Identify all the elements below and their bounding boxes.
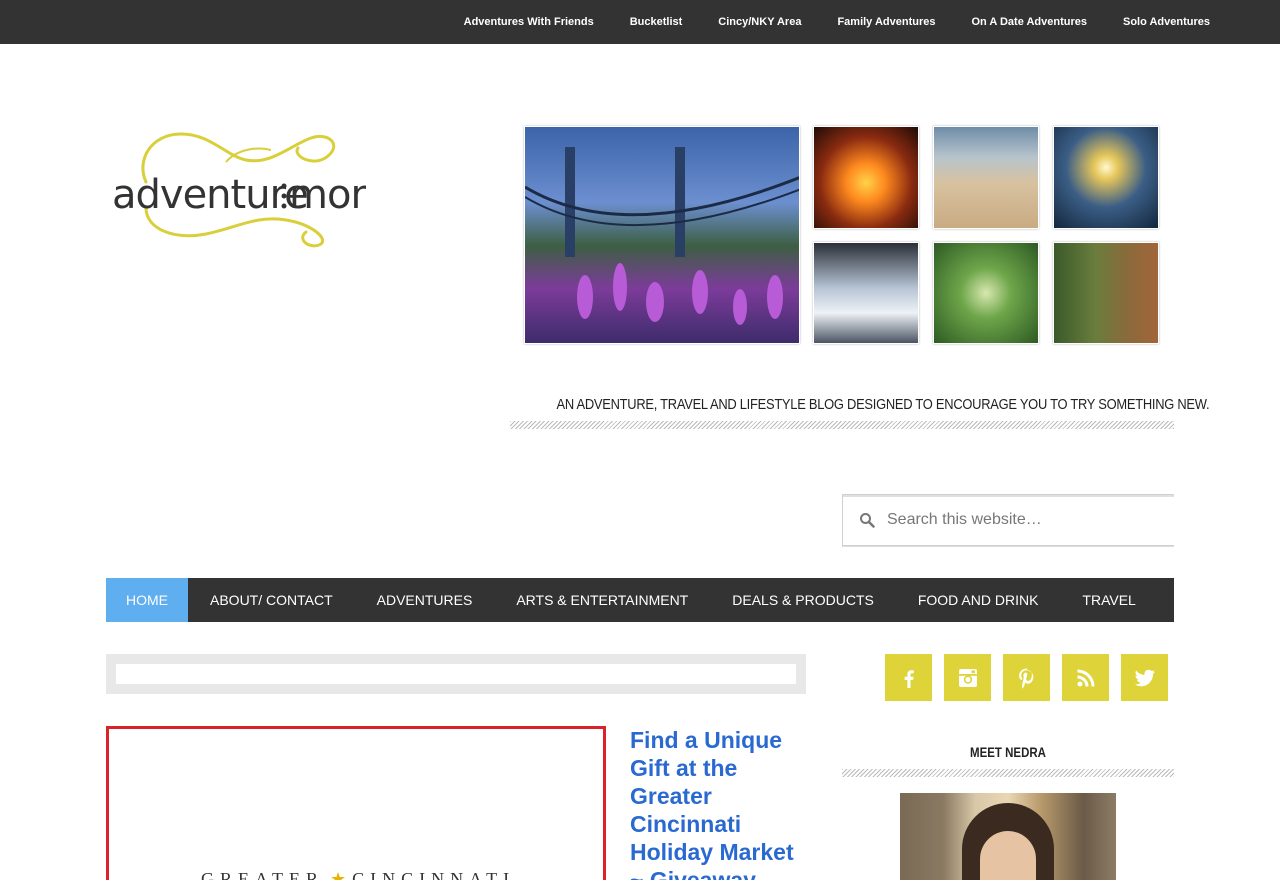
- nav-arts-entertainment[interactable]: ARTS & ENTERTAINMENT: [494, 578, 710, 622]
- rss-icon[interactable]: [1062, 654, 1109, 701]
- rollercoaster-photo: [813, 242, 919, 344]
- social-icons: [885, 654, 1180, 701]
- facebook-icon[interactable]: [885, 654, 932, 701]
- topnav-on-a-date-adventures[interactable]: On A Date Adventures: [971, 16, 1087, 28]
- primary-nav: HOME ABOUT/ CONTACT ADVENTURES ARTS & EN…: [106, 578, 1174, 622]
- lake-paddle-photo: [1053, 126, 1159, 229]
- topnav-family-adventures[interactable]: Family Adventures: [837, 16, 935, 28]
- svg-text:adventure: adventure: [112, 172, 308, 218]
- heart-sunset-photo: [813, 126, 919, 229]
- post-featured-image[interactable]: GREATER ★ CINCINNATI: [106, 726, 606, 880]
- widget-title-divider: [842, 769, 1174, 777]
- bridge-flowers-photo: [524, 126, 800, 344]
- secondary-nav: Adventures With Friends Bucketlist Cincy…: [428, 0, 1210, 44]
- profile-face: [980, 831, 1036, 880]
- featured-widget: [106, 654, 806, 694]
- nav-food-and-drink[interactable]: FOOD AND DRINK: [896, 578, 1061, 622]
- topnav-solo-adventures[interactable]: Solo Adventures: [1123, 16, 1210, 28]
- twitter-icon[interactable]: [1121, 654, 1168, 701]
- site-logo[interactable]: adventure mom: [106, 120, 389, 250]
- beach-sandals-photo: [933, 126, 1039, 229]
- profile-photo: [900, 793, 1116, 880]
- instagram-icon[interactable]: [944, 654, 991, 701]
- search-icon[interactable]: [859, 512, 875, 528]
- nav-deals-products[interactable]: DEALS & PRODUCTS: [710, 578, 896, 622]
- camping-tent-photo: [1053, 242, 1159, 344]
- brand-word-left: GREATER: [201, 869, 324, 880]
- tagline-divider: [510, 421, 1174, 429]
- site-tagline: An Adventure, Travel and Lifestyle Blog …: [556, 396, 1210, 413]
- nav-travel[interactable]: TRAVEL: [1060, 578, 1157, 622]
- post-title-link[interactable]: Find a Unique Gift at the Greater Cincin…: [630, 726, 810, 880]
- header-photo-collage: [524, 126, 1160, 344]
- featured-widget-inner: [116, 664, 796, 684]
- svg-text:mom: mom: [289, 172, 366, 218]
- search-input[interactable]: [887, 505, 1167, 535]
- meet-nedra-title: MEET NEDRA: [970, 744, 1046, 760]
- pinterest-icon[interactable]: [1003, 654, 1050, 701]
- topnav-bucketlist[interactable]: Bucketlist: [630, 16, 683, 28]
- top-bar: Adventures With Friends Bucketlist Cincy…: [0, 0, 1280, 44]
- nav-home[interactable]: HOME: [106, 578, 188, 622]
- brand-word-right: CINCINNATI: [352, 869, 516, 880]
- post-image-brand: GREATER ★ CINCINNATI: [201, 869, 515, 880]
- search-form: [842, 494, 1174, 546]
- topnav-adventures-with-friends[interactable]: Adventures With Friends: [464, 16, 594, 28]
- logo-mark: adventure mom: [112, 132, 389, 248]
- star-icon: ★: [330, 869, 347, 880]
- nav-about-contact[interactable]: ABOUT/ CONTACT: [188, 578, 355, 622]
- forest-jump-photo: [933, 242, 1039, 344]
- topnav-cincy-nky-area[interactable]: Cincy/NKY Area: [718, 16, 801, 28]
- nav-adventures[interactable]: ADVENTURES: [355, 578, 495, 622]
